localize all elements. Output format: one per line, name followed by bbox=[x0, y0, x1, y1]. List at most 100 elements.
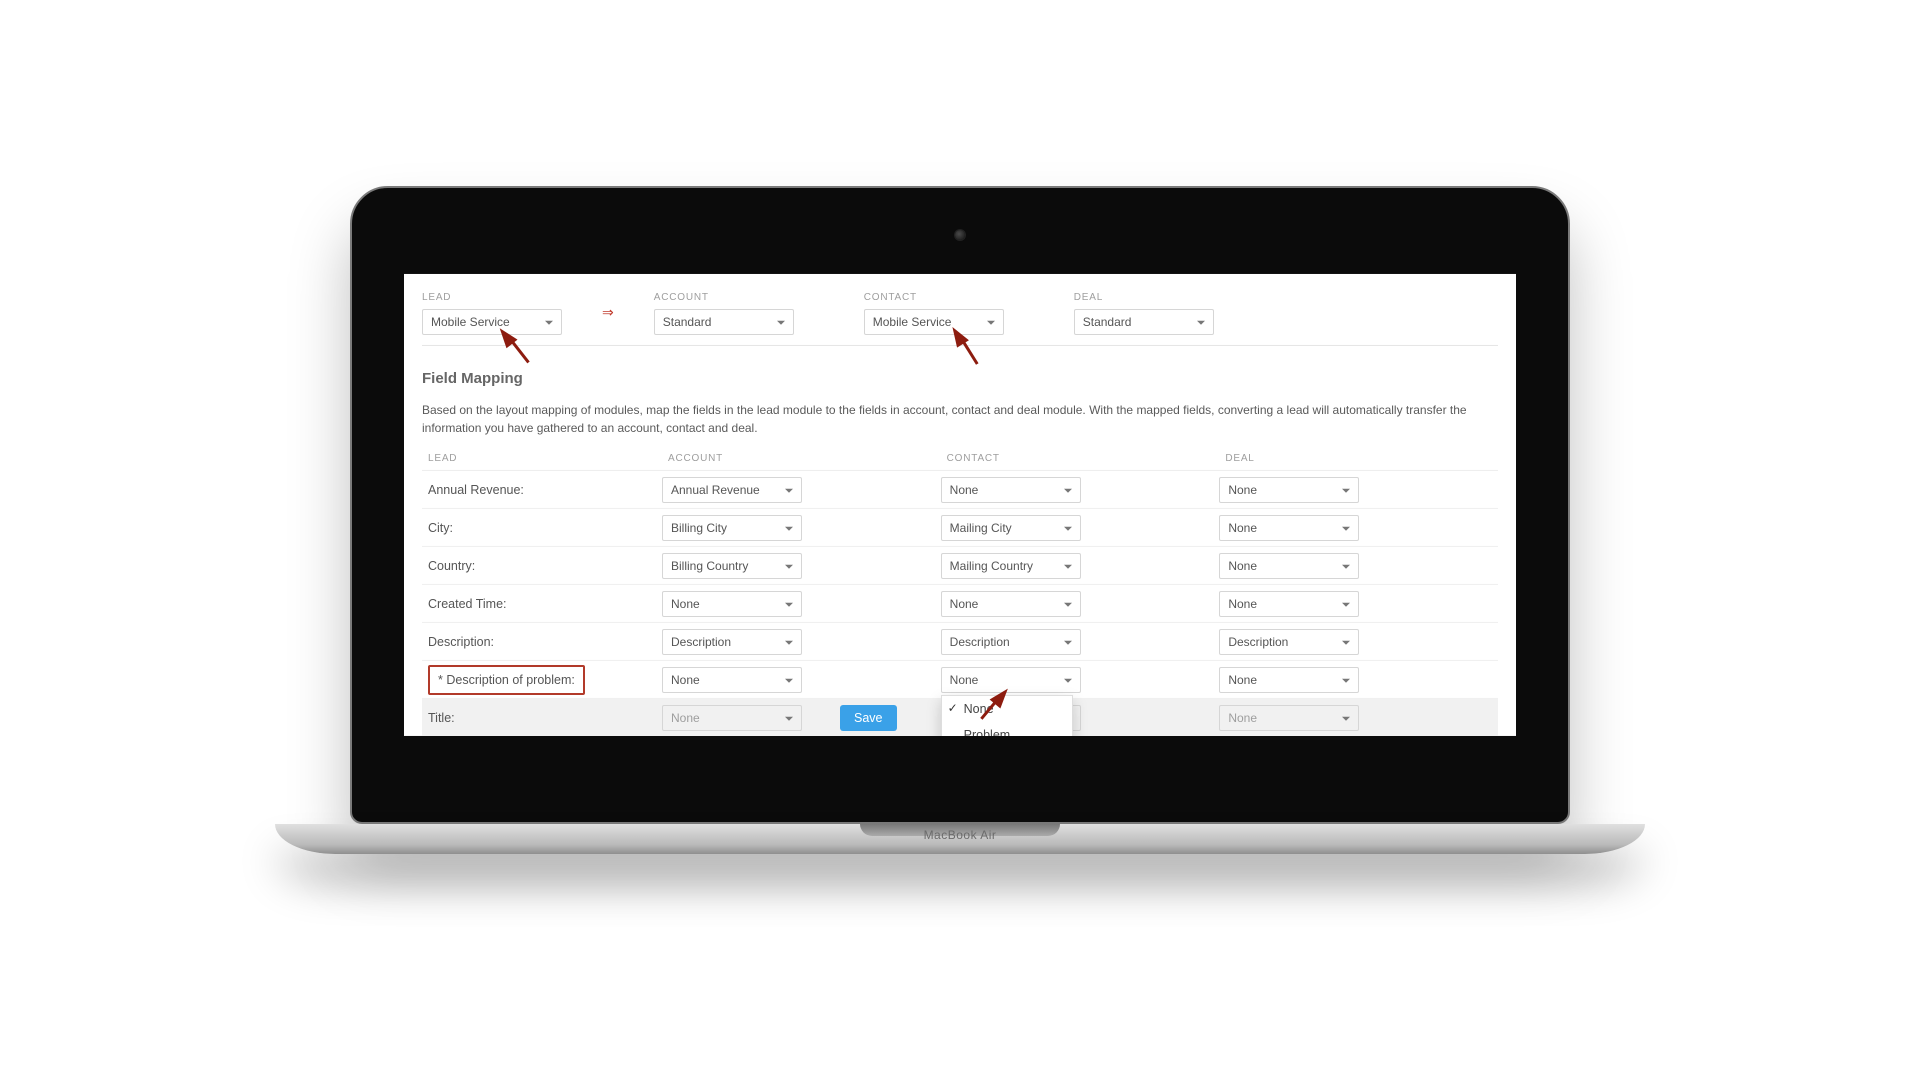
mapping-table-body: Annual Revenue:Annual RevenueNoneNoneCit… bbox=[422, 471, 1498, 736]
chevron-down-icon bbox=[1342, 526, 1350, 530]
account-field-value: None bbox=[671, 596, 700, 610]
deal-field-value: Description bbox=[1228, 634, 1288, 648]
contact-field-select[interactable]: None bbox=[941, 590, 1081, 616]
chevron-down-icon bbox=[785, 526, 793, 530]
account-field-select[interactable]: Annual Revenue bbox=[662, 476, 802, 502]
contact-field-select[interactable]: Mailing City bbox=[941, 514, 1081, 540]
chevron-down-icon bbox=[785, 678, 793, 682]
contact-layout-select[interactable]: Mobile Service bbox=[864, 309, 1004, 335]
deal-field-value: None bbox=[1228, 482, 1257, 496]
chevron-down-icon bbox=[1064, 526, 1072, 530]
chevron-down-icon bbox=[545, 321, 553, 325]
table-row: * Description of problem:NoneNoneNonePro… bbox=[422, 661, 1498, 699]
account-field-select[interactable]: None bbox=[662, 666, 802, 692]
lead-field-name: City: bbox=[422, 520, 662, 534]
lead-field-name: Created Time: bbox=[422, 596, 662, 610]
contact-field-select[interactable]: Mailing Country bbox=[941, 552, 1081, 578]
lead-label: LEAD bbox=[422, 292, 562, 303]
mapping-table-header: LEAD ACCOUNT CONTACT DEAL bbox=[422, 447, 1498, 471]
account-field-select[interactable]: None bbox=[662, 590, 802, 616]
contact-field-value: Description bbox=[950, 634, 1010, 648]
account-label: ACCOUNT bbox=[654, 292, 794, 303]
lead-field-name: * Description of problem: bbox=[422, 664, 662, 694]
section-description: Based on the layout mapping of modules, … bbox=[422, 401, 1498, 437]
highlight-box: * Description of problem: bbox=[428, 664, 585, 694]
table-row: City: Billing City Mailing City None bbox=[422, 509, 1498, 547]
account-layout-select[interactable]: Standard bbox=[654, 309, 794, 335]
col-contact: CONTACT bbox=[941, 453, 1220, 464]
deal-field-select[interactable]: None bbox=[1219, 590, 1359, 616]
device-label: MacBook Air bbox=[275, 828, 1645, 842]
chevron-down-icon bbox=[1342, 564, 1350, 568]
contact-layout-value: Mobile Service bbox=[873, 315, 952, 329]
chevron-down-icon bbox=[987, 321, 995, 325]
lead-layout-value: Mobile Service bbox=[431, 315, 510, 329]
chevron-down-icon bbox=[1342, 678, 1350, 682]
account-field-select[interactable]: Billing City bbox=[662, 514, 802, 540]
chevron-down-icon bbox=[785, 602, 793, 606]
deal-field-select[interactable]: None bbox=[1219, 552, 1359, 578]
chevron-down-icon bbox=[1064, 678, 1072, 682]
laptop-bezel: LEAD Mobile Service ⇒ ACCOUNT Standard bbox=[350, 186, 1570, 824]
chevron-down-icon bbox=[1342, 488, 1350, 492]
account-field-value: Billing Country bbox=[671, 558, 748, 572]
deal-field-value: None bbox=[1228, 596, 1257, 610]
chevron-down-icon bbox=[1342, 716, 1350, 720]
camera-icon bbox=[955, 230, 965, 240]
deal-field-select[interactable]: None bbox=[1219, 666, 1359, 692]
col-account: ACCOUNT bbox=[662, 453, 941, 464]
laptop-base: MacBook Air bbox=[275, 824, 1645, 854]
account-field-value: None bbox=[671, 672, 700, 686]
chevron-down-icon bbox=[1064, 602, 1072, 606]
contact-field-select[interactable]: Description bbox=[941, 628, 1081, 654]
account-field-value: None bbox=[671, 710, 700, 724]
maps-to-icon: ⇒ bbox=[602, 304, 614, 323]
chevron-down-icon bbox=[777, 321, 785, 325]
deal-field-select[interactable]: None bbox=[1219, 476, 1359, 502]
deal-field-select[interactable]: None bbox=[1219, 514, 1359, 540]
account-field-value: Description bbox=[671, 634, 731, 648]
account-field-select[interactable]: Billing Country bbox=[662, 552, 802, 578]
contact-field-select[interactable]: None bbox=[941, 666, 1081, 692]
account-field-select[interactable]: Description bbox=[662, 628, 802, 654]
contact-field-value: Mailing City bbox=[950, 520, 1012, 534]
table-row: Description:DescriptionDescriptionDescri… bbox=[422, 623, 1498, 661]
table-row: Created Time: None None None bbox=[422, 585, 1498, 623]
deal-layout-select[interactable]: Standard bbox=[1074, 309, 1214, 335]
chevron-down-icon bbox=[1197, 321, 1205, 325]
deal-label: DEAL bbox=[1074, 292, 1214, 303]
contact-label: CONTACT bbox=[864, 292, 1004, 303]
laptop-mockup: LEAD Mobile Service ⇒ ACCOUNT Standard bbox=[350, 186, 1570, 854]
chevron-down-icon bbox=[785, 716, 793, 720]
save-button[interactable]: Save bbox=[840, 705, 897, 731]
chevron-down-icon bbox=[1064, 564, 1072, 568]
chevron-down-icon bbox=[785, 488, 793, 492]
contact-field-value: Mailing Country bbox=[950, 558, 1033, 572]
deal-field-select[interactable]: Description bbox=[1219, 628, 1359, 654]
lead-field-name: Country: bbox=[422, 558, 662, 572]
lead-layout-select[interactable]: Mobile Service bbox=[422, 309, 562, 335]
dropdown-option[interactable]: Problem Description bbox=[942, 721, 1072, 736]
contact-field-value: None bbox=[950, 482, 979, 496]
deal-field-value: None bbox=[1228, 710, 1257, 724]
chevron-down-icon bbox=[1064, 488, 1072, 492]
deal-field-select: None bbox=[1219, 704, 1359, 730]
chevron-down-icon bbox=[1342, 602, 1350, 606]
chevron-down-icon bbox=[1342, 640, 1350, 644]
account-field-value: Annual Revenue bbox=[671, 482, 760, 496]
contact-field-value: None bbox=[950, 596, 979, 610]
contact-field-value: None bbox=[950, 672, 979, 686]
col-lead: LEAD bbox=[422, 453, 662, 464]
contact-field-select[interactable]: None bbox=[941, 476, 1081, 502]
deal-field-value: None bbox=[1228, 558, 1257, 572]
chevron-down-icon bbox=[1064, 640, 1072, 644]
section-title: Field Mapping bbox=[422, 370, 1498, 387]
deal-layout-value: Standard bbox=[1083, 315, 1132, 329]
col-deal: DEAL bbox=[1219, 453, 1498, 464]
lead-field-name: Annual Revenue: bbox=[422, 482, 662, 496]
account-layout-value: Standard bbox=[663, 315, 712, 329]
table-row: Annual Revenue: Annual Revenue None None bbox=[422, 471, 1498, 509]
deal-field-value: None bbox=[1228, 520, 1257, 534]
account-field-value: Billing City bbox=[671, 520, 727, 534]
deal-field-value: None bbox=[1228, 672, 1257, 686]
